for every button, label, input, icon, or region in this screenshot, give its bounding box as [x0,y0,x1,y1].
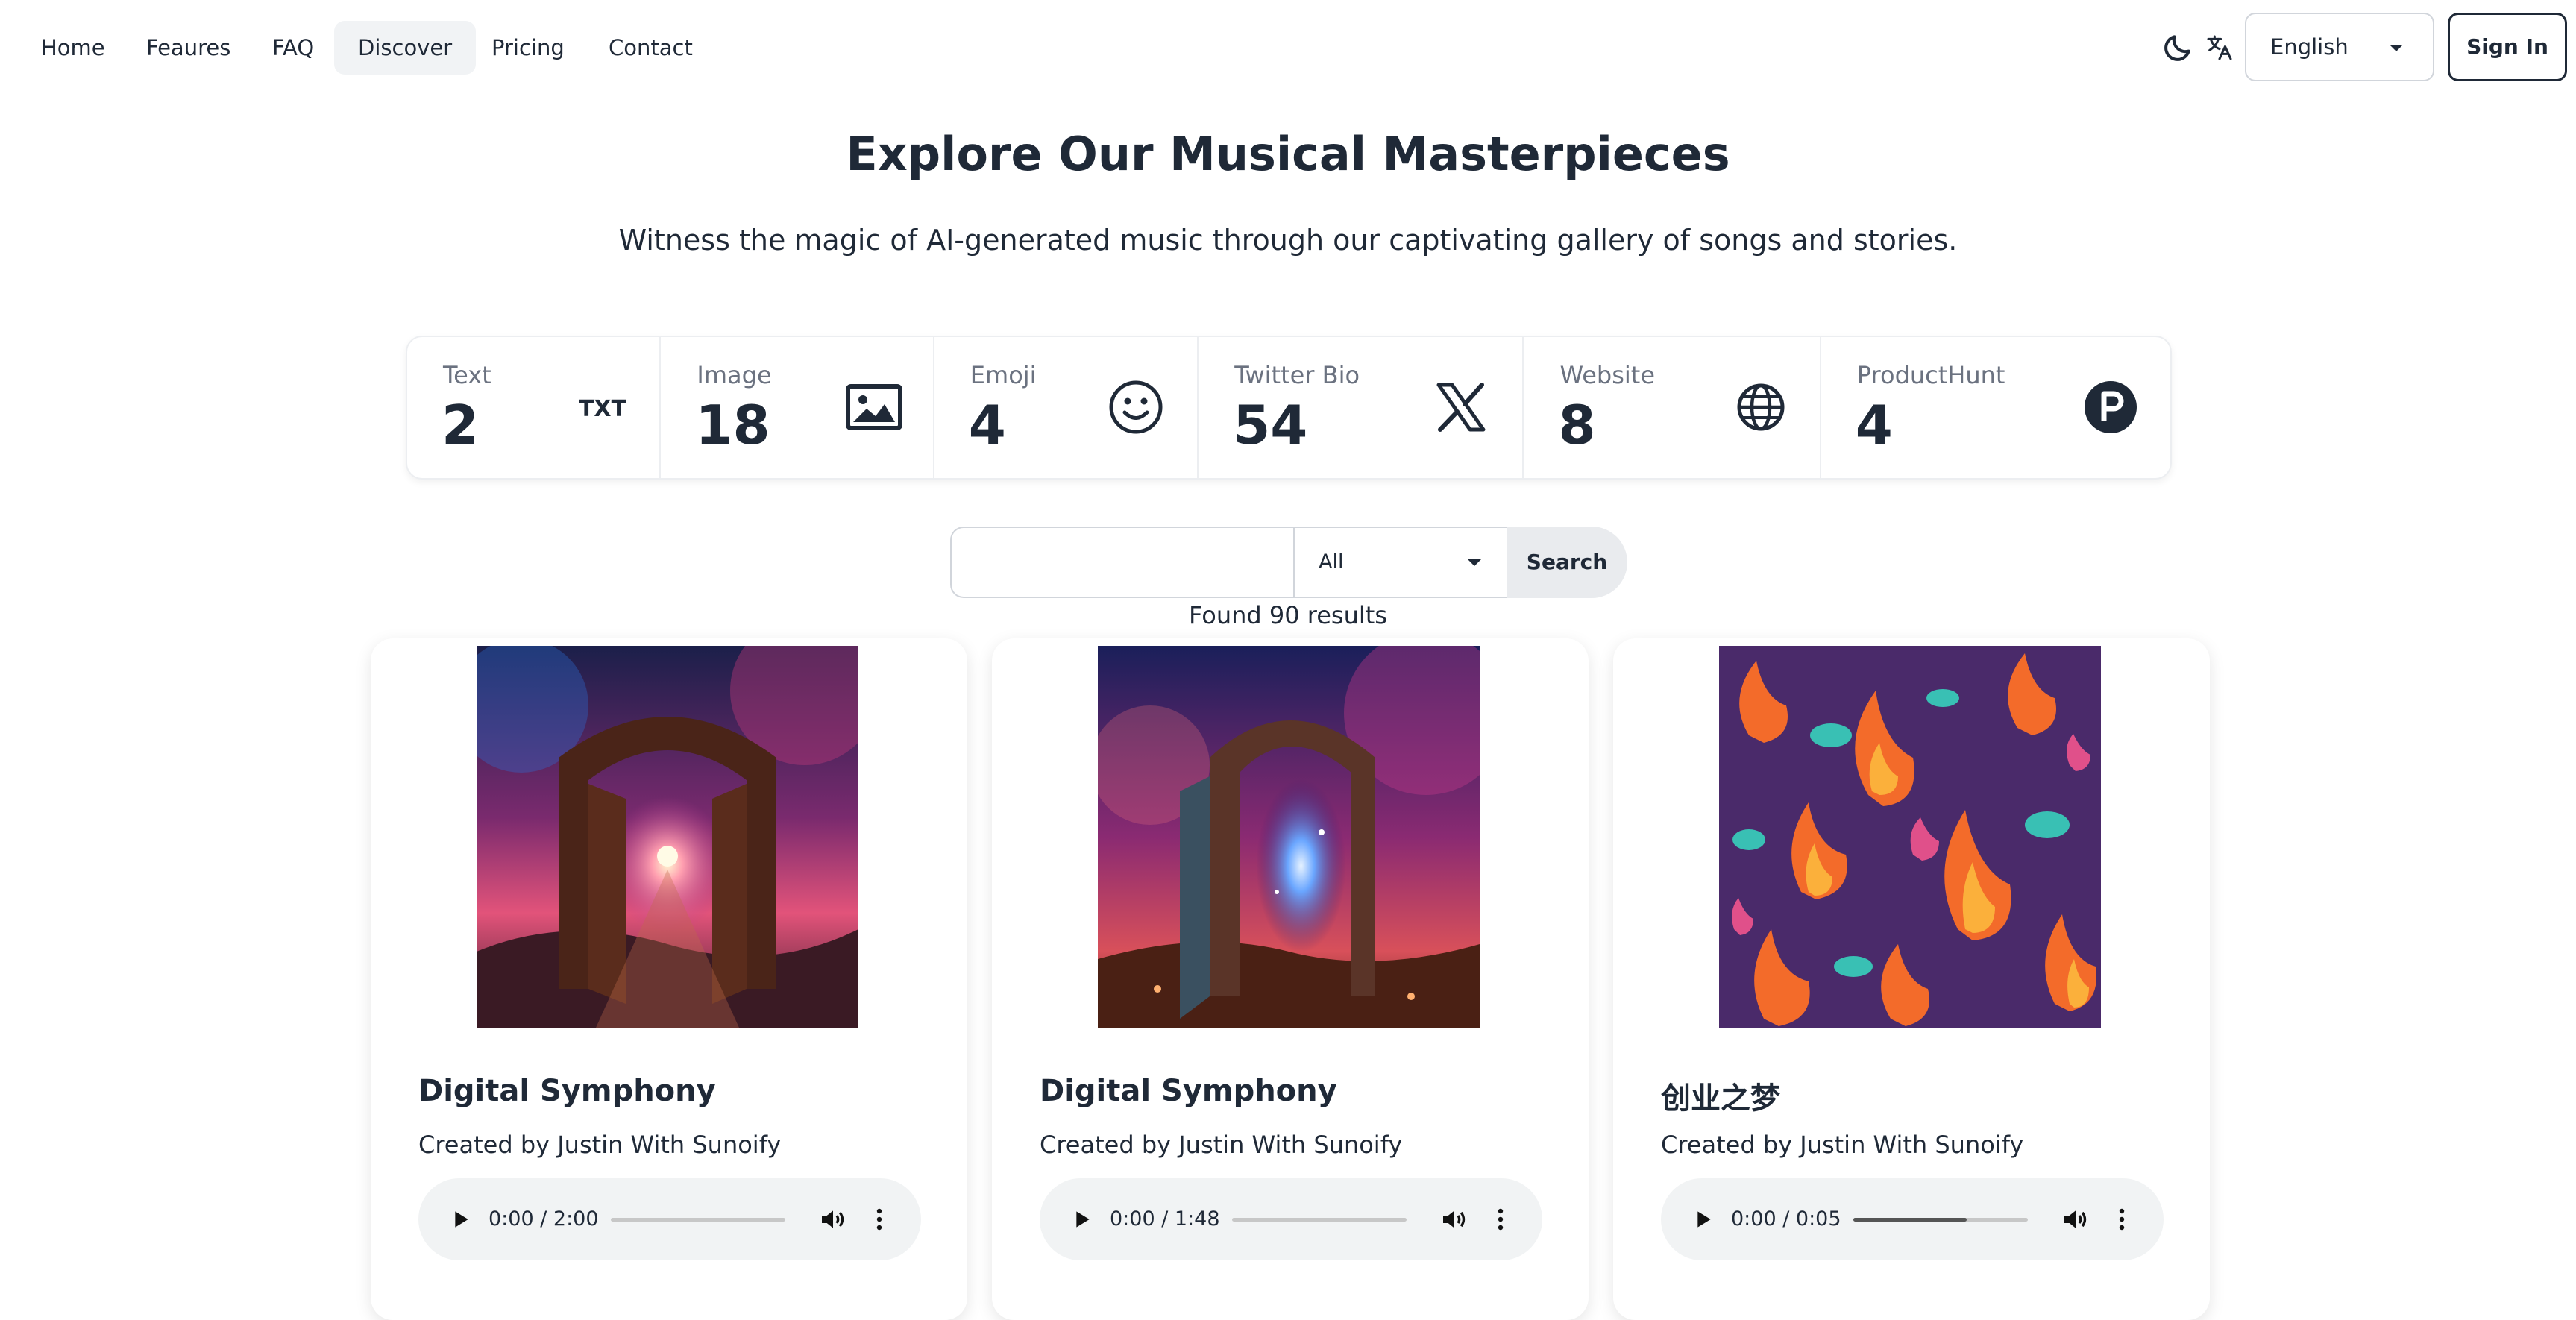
audio-seek-bar[interactable] [611,1218,785,1222]
song-creator: Created by Justin With Sunoify [1661,1131,2024,1159]
play-icon[interactable] [1691,1207,1715,1231]
more-options-icon[interactable] [872,1206,887,1233]
audio-time: 0:00 / 2:00 [489,1207,599,1231]
language-select[interactable]: English [2245,13,2434,81]
audio-seek-bar[interactable] [1853,1218,2028,1222]
nav-features[interactable]: Feaures [122,21,254,75]
audio-player: 0:00 / 2:00 [418,1178,921,1260]
smiley-icon [1109,380,1163,434]
stat-label: Emoji [970,361,1037,389]
top-navbar: Home Feaures FAQ Discover Pricing Contac… [0,0,2576,95]
play-icon[interactable] [448,1207,472,1231]
nav-faq[interactable]: FAQ [248,21,338,75]
stat-label: ProductHunt [1856,361,2005,389]
stat-label: Twitter Bio [1234,361,1360,389]
stat-label: Image [697,361,772,389]
play-icon[interactable] [1069,1207,1093,1231]
stat-website[interactable]: Website 8 [1524,337,1821,478]
volume-icon[interactable] [2061,1204,2090,1234]
translate-icon[interactable] [2205,33,2234,63]
stat-producthunt[interactable]: ProductHunt 4 [1821,337,2170,478]
more-options-icon[interactable] [2114,1206,2129,1233]
song-title: Digital Symphony [418,1074,716,1108]
category-select[interactable]: All [1293,527,1508,598]
audio-player: 0:00 / 1:48 [1040,1178,1542,1260]
txt-icon: TXT [579,396,627,422]
stat-value: 4 [968,394,1006,456]
page-subtitle: Witness the magic of AI-generated music … [618,224,1958,257]
song-title: Digital Symphony [1040,1074,1337,1108]
globe-icon [1737,383,1785,431]
stat-value: 18 [695,394,770,456]
song-cover-image [1098,646,1480,1028]
nav-contact[interactable]: Contact [585,21,717,75]
producthunt-icon [2084,381,2137,433]
moon-icon[interactable] [2161,31,2194,64]
search-input[interactable] [950,527,1295,598]
svg-text:TXT: TXT [579,396,627,422]
volume-icon[interactable] [818,1204,848,1234]
song-title: 创业之梦 [1661,1081,1780,1116]
language-select-value: English [2270,34,2349,60]
audio-seek-fill [1853,1218,1967,1222]
nav-discover[interactable]: Discover [334,21,477,75]
audio-seek-bar[interactable] [1232,1218,1407,1222]
page-title: Explore Our Musical Masterpieces [846,127,1730,181]
more-options-icon[interactable] [1493,1206,1508,1233]
stat-emoji[interactable]: Emoji 4 [934,337,1199,478]
stat-label: Text [443,361,491,389]
image-icon [846,384,903,430]
stat-label: Website [1559,361,1656,389]
nav-home[interactable]: Home [17,21,129,75]
category-select-value: All [1319,550,1344,573]
song-card[interactable]: Digital Symphony Created by Justin With … [371,638,967,1320]
stat-value: 54 [1233,394,1308,456]
stat-text[interactable]: Text 2 TXT [407,337,662,478]
stats-panel: Text 2 TXT Image 18 Emoji 4 Twitter Bio … [406,336,2172,480]
stat-twitter-bio[interactable]: Twitter Bio 54 [1199,337,1524,478]
audio-time: 0:00 / 0:05 [1731,1207,1841,1231]
stat-value: 8 [1558,394,1596,456]
search-button[interactable]: Search [1507,527,1627,598]
stat-value: 4 [1855,394,1893,456]
song-creator: Created by Justin With Sunoify [1040,1131,1403,1159]
song-cover-image [477,646,858,1028]
x-logo-icon [1436,383,1486,432]
audio-player: 0:00 / 0:05 [1661,1178,2164,1260]
stat-value: 2 [442,394,480,456]
search-bar: All Search [950,527,1627,598]
song-card[interactable]: Digital Symphony Created by Justin With … [992,638,1589,1320]
stat-image[interactable]: Image 18 [661,337,934,478]
chevron-down-icon [2390,45,2403,51]
nav-pricing[interactable]: Pricing [468,21,588,75]
volume-icon[interactable] [1439,1204,1469,1234]
chevron-down-icon [1468,559,1481,566]
results-count: Found 90 results [1189,601,1387,629]
sign-in-button[interactable]: Sign In [2448,13,2567,81]
song-card[interactable]: 创业之梦 Created by Justin With Sunoify 0:00… [1613,638,2210,1320]
song-creator: Created by Justin With Sunoify [418,1131,782,1159]
song-cover-image [1719,646,2101,1028]
audio-time: 0:00 / 1:48 [1110,1207,1220,1231]
